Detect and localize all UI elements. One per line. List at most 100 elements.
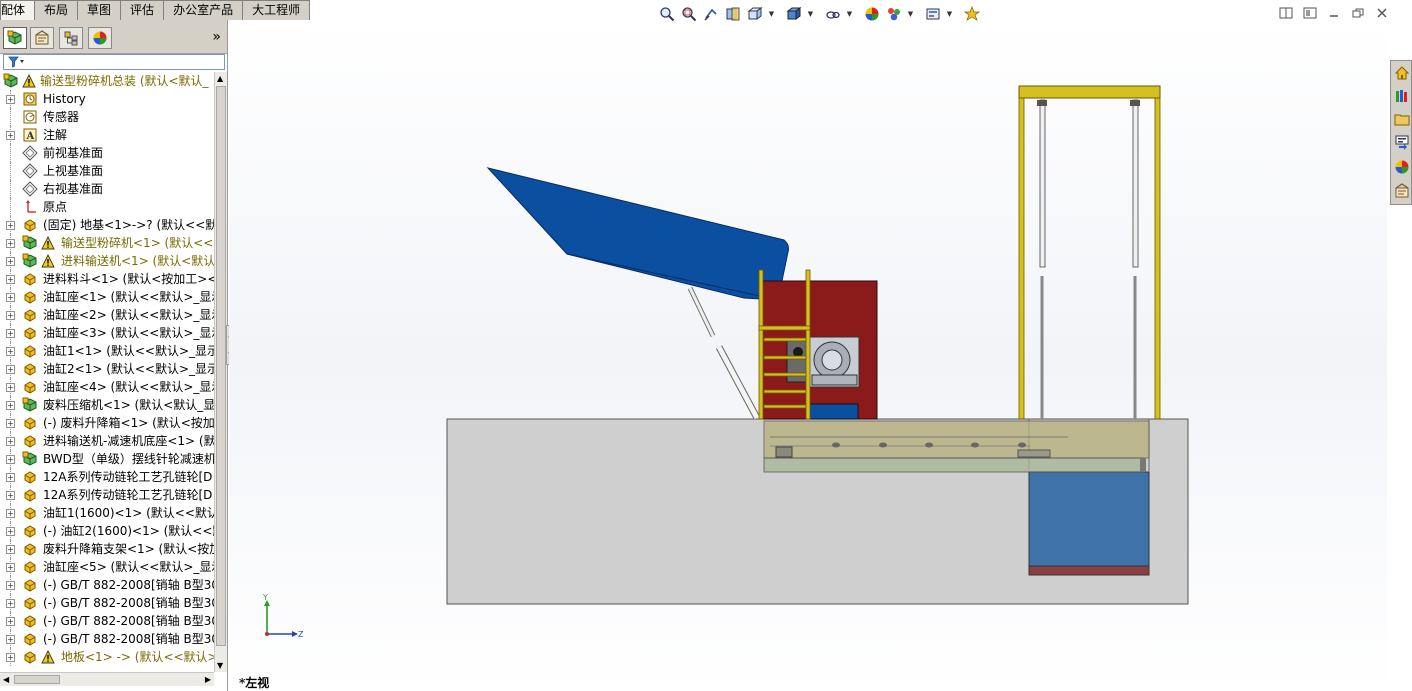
apply-scene-icon[interactable]	[884, 4, 904, 24]
display-style-icon[interactable]	[784, 4, 804, 24]
tab-layout[interactable]: 布局	[34, 0, 79, 20]
expand-toggle-icon[interactable]: +	[6, 131, 15, 140]
expand-toggle-icon[interactable]: +	[6, 95, 15, 104]
tree-item[interactable]: 原点	[0, 198, 214, 216]
chevron-down-icon[interactable]: ▼	[906, 4, 915, 24]
tree-item[interactable]: + 油缸座<4> (默认<<默认>_显示	[0, 378, 214, 396]
expand-toggle-icon[interactable]: +	[6, 563, 15, 572]
tree-item[interactable]: +12A系列传动链轮工艺孔链轮[D	[0, 486, 214, 504]
tree-item[interactable]: + (固定) 地基<1>->? (默认<<默	[0, 216, 214, 234]
tree-item[interactable]: + 油缸2<1> (默认<<默认>_显示	[0, 360, 214, 378]
expand-toggle-icon[interactable]: +	[6, 653, 15, 662]
panel-expand-button[interactable]: »	[212, 29, 221, 45]
tree-item[interactable]: 右视基准面	[0, 180, 214, 198]
expand-toggle-icon[interactable]: +	[6, 473, 15, 482]
tab-sketch[interactable]: 草图	[77, 0, 122, 20]
appearances-icon[interactable]	[1392, 157, 1412, 177]
expand-toggle-icon[interactable]: +	[6, 617, 15, 626]
shredder-frame[interactable]	[761, 280, 878, 420]
edit-appearance-icon[interactable]	[862, 4, 882, 24]
expand-toggle-icon[interactable]: +	[6, 527, 15, 536]
display-manager-icon[interactable]	[88, 27, 112, 49]
tile-vertical-icon[interactable]	[1302, 6, 1318, 20]
tree-item[interactable]: + 地板<1> -> (默认<<默认>_	[0, 648, 214, 666]
tab-assembly[interactable]: 配体	[0, 0, 36, 20]
tree-item[interactable]: + (-) GB/T 882-2008[销轴 B型30	[0, 594, 214, 612]
expand-toggle-icon[interactable]: +	[6, 311, 15, 320]
scroll-thumb[interactable]	[216, 86, 226, 646]
design-library-icon[interactable]	[1392, 86, 1412, 106]
graphics-area[interactable]: Y Z	[229, 24, 1387, 691]
tree-horizontal-scrollbar[interactable]: ◀ ▶	[0, 672, 214, 686]
expand-toggle-icon[interactable]: +	[6, 509, 15, 518]
scroll-thumb[interactable]	[14, 675, 60, 684]
feature-manager-icon[interactable]	[3, 27, 27, 49]
zoom-to-fit-icon[interactable]	[657, 4, 677, 24]
expand-toggle-icon[interactable]: +	[6, 221, 15, 230]
tree-item[interactable]: + (-) GB/T 882-2008[销轴 B型30	[0, 612, 214, 630]
custom-properties-icon[interactable]	[1392, 181, 1412, 201]
rendering-tools-icon[interactable]	[962, 4, 982, 24]
home-icon[interactable]	[1392, 63, 1412, 83]
expand-toggle-icon[interactable]: +	[6, 491, 15, 500]
tree-item[interactable]: 上视基准面	[0, 162, 214, 180]
zoom-to-area-icon[interactable]	[679, 4, 699, 24]
tile-horizontal-icon[interactable]	[1278, 6, 1294, 20]
tab-big-engineer[interactable]: 大工程师	[242, 0, 311, 20]
scroll-up-icon[interactable]: ▲	[217, 74, 223, 83]
scroll-down-icon[interactable]: ▼	[217, 661, 223, 670]
scroll-left-icon[interactable]: ◀	[3, 675, 9, 684]
tree-item[interactable]: 输送型粉碎机总装 (默认<默认_	[0, 72, 214, 90]
hide-show-items-icon[interactable]	[823, 4, 843, 24]
property-manager-icon[interactable]	[30, 27, 54, 49]
tree-item[interactable]: + 输送型粉碎机<1> (默认<<默	[0, 234, 214, 252]
expand-toggle-icon[interactable]: +	[6, 383, 15, 392]
chevron-down-icon[interactable]: ▼	[945, 4, 954, 24]
tree-item[interactable]: 传感器	[0, 108, 214, 126]
minimize-icon[interactable]	[1326, 6, 1342, 20]
expand-toggle-icon[interactable]: +	[6, 401, 15, 410]
chevron-down-icon[interactable]: ▼	[806, 4, 815, 24]
expand-toggle-icon[interactable]: +	[6, 239, 15, 248]
view-palette-icon[interactable]	[1392, 132, 1412, 152]
tree-item[interactable]: +12A系列传动链轮工艺孔链轮[D	[0, 468, 214, 486]
tree-item[interactable]: + 油缸座<5> (默认<<默认>_显示	[0, 558, 214, 576]
view-settings-icon[interactable]	[923, 4, 943, 24]
expand-toggle-icon[interactable]: +	[6, 455, 15, 464]
previous-view-icon[interactable]	[701, 4, 721, 24]
expand-toggle-icon[interactable]: +	[6, 581, 15, 590]
expand-toggle-icon[interactable]: +	[6, 293, 15, 302]
conveyor-body[interactable]	[763, 420, 1150, 473]
chevron-down-icon[interactable]: ▼	[767, 4, 776, 24]
expand-toggle-icon[interactable]: +	[6, 329, 15, 338]
tree-item[interactable]: + (-) 废料升降箱<1> (默认<按加	[0, 414, 214, 432]
expand-toggle-icon[interactable]: +	[6, 365, 15, 374]
tree-item[interactable]: + 油缸座<2> (默认<<默认>_显示	[0, 306, 214, 324]
expand-toggle-icon[interactable]: +	[6, 545, 15, 554]
tree-vertical-scrollbar[interactable]: ▲ ▼	[214, 72, 227, 672]
expand-toggle-icon[interactable]: +	[6, 419, 15, 428]
tree-item[interactable]: + 油缸1<1> (默认<<默认>_显示	[0, 342, 214, 360]
tree-item[interactable]: + (-) GB/T 882-2008[销轴 B型30	[0, 576, 214, 594]
scroll-right-icon[interactable]: ▶	[205, 675, 211, 684]
tree-item[interactable]: + 油缸座<3> (默认<<默认>_显示	[0, 324, 214, 342]
tree-item[interactable]: 前视基准面	[0, 144, 214, 162]
tab-office-products[interactable]: 办公室产品	[163, 0, 244, 20]
file-explorer-icon[interactable]	[1392, 109, 1412, 129]
expand-toggle-icon[interactable]: +	[6, 275, 15, 284]
section-view-icon[interactable]	[723, 4, 743, 24]
tree-item[interactable]: + History	[0, 90, 214, 108]
tab-evaluate[interactable]: 评估	[120, 0, 165, 20]
tree-item[interactable]: + 油缸1(1600)<1> (默认<<默认	[0, 504, 214, 522]
tree-item[interactable]: + 废料压缩机<1> (默认<默认_显	[0, 396, 214, 414]
tree-item[interactable]: + 废料升降箱支架<1> (默认<按加	[0, 540, 214, 558]
tree-item[interactable]: + (-) GB/T 882-2008[销轴 B型30	[0, 630, 214, 648]
tree-filter[interactable]	[3, 54, 225, 70]
chevron-down-icon[interactable]: ▼	[845, 4, 854, 24]
configuration-manager-icon[interactable]	[59, 27, 83, 49]
view-orientation-icon[interactable]	[745, 4, 765, 24]
expand-toggle-icon[interactable]: +	[6, 437, 15, 446]
tree-item[interactable]: + BWD型（单级）摆线针轮减速机	[0, 450, 214, 468]
tree-item[interactable]: + A 注解	[0, 126, 214, 144]
close-icon[interactable]	[1374, 6, 1390, 20]
